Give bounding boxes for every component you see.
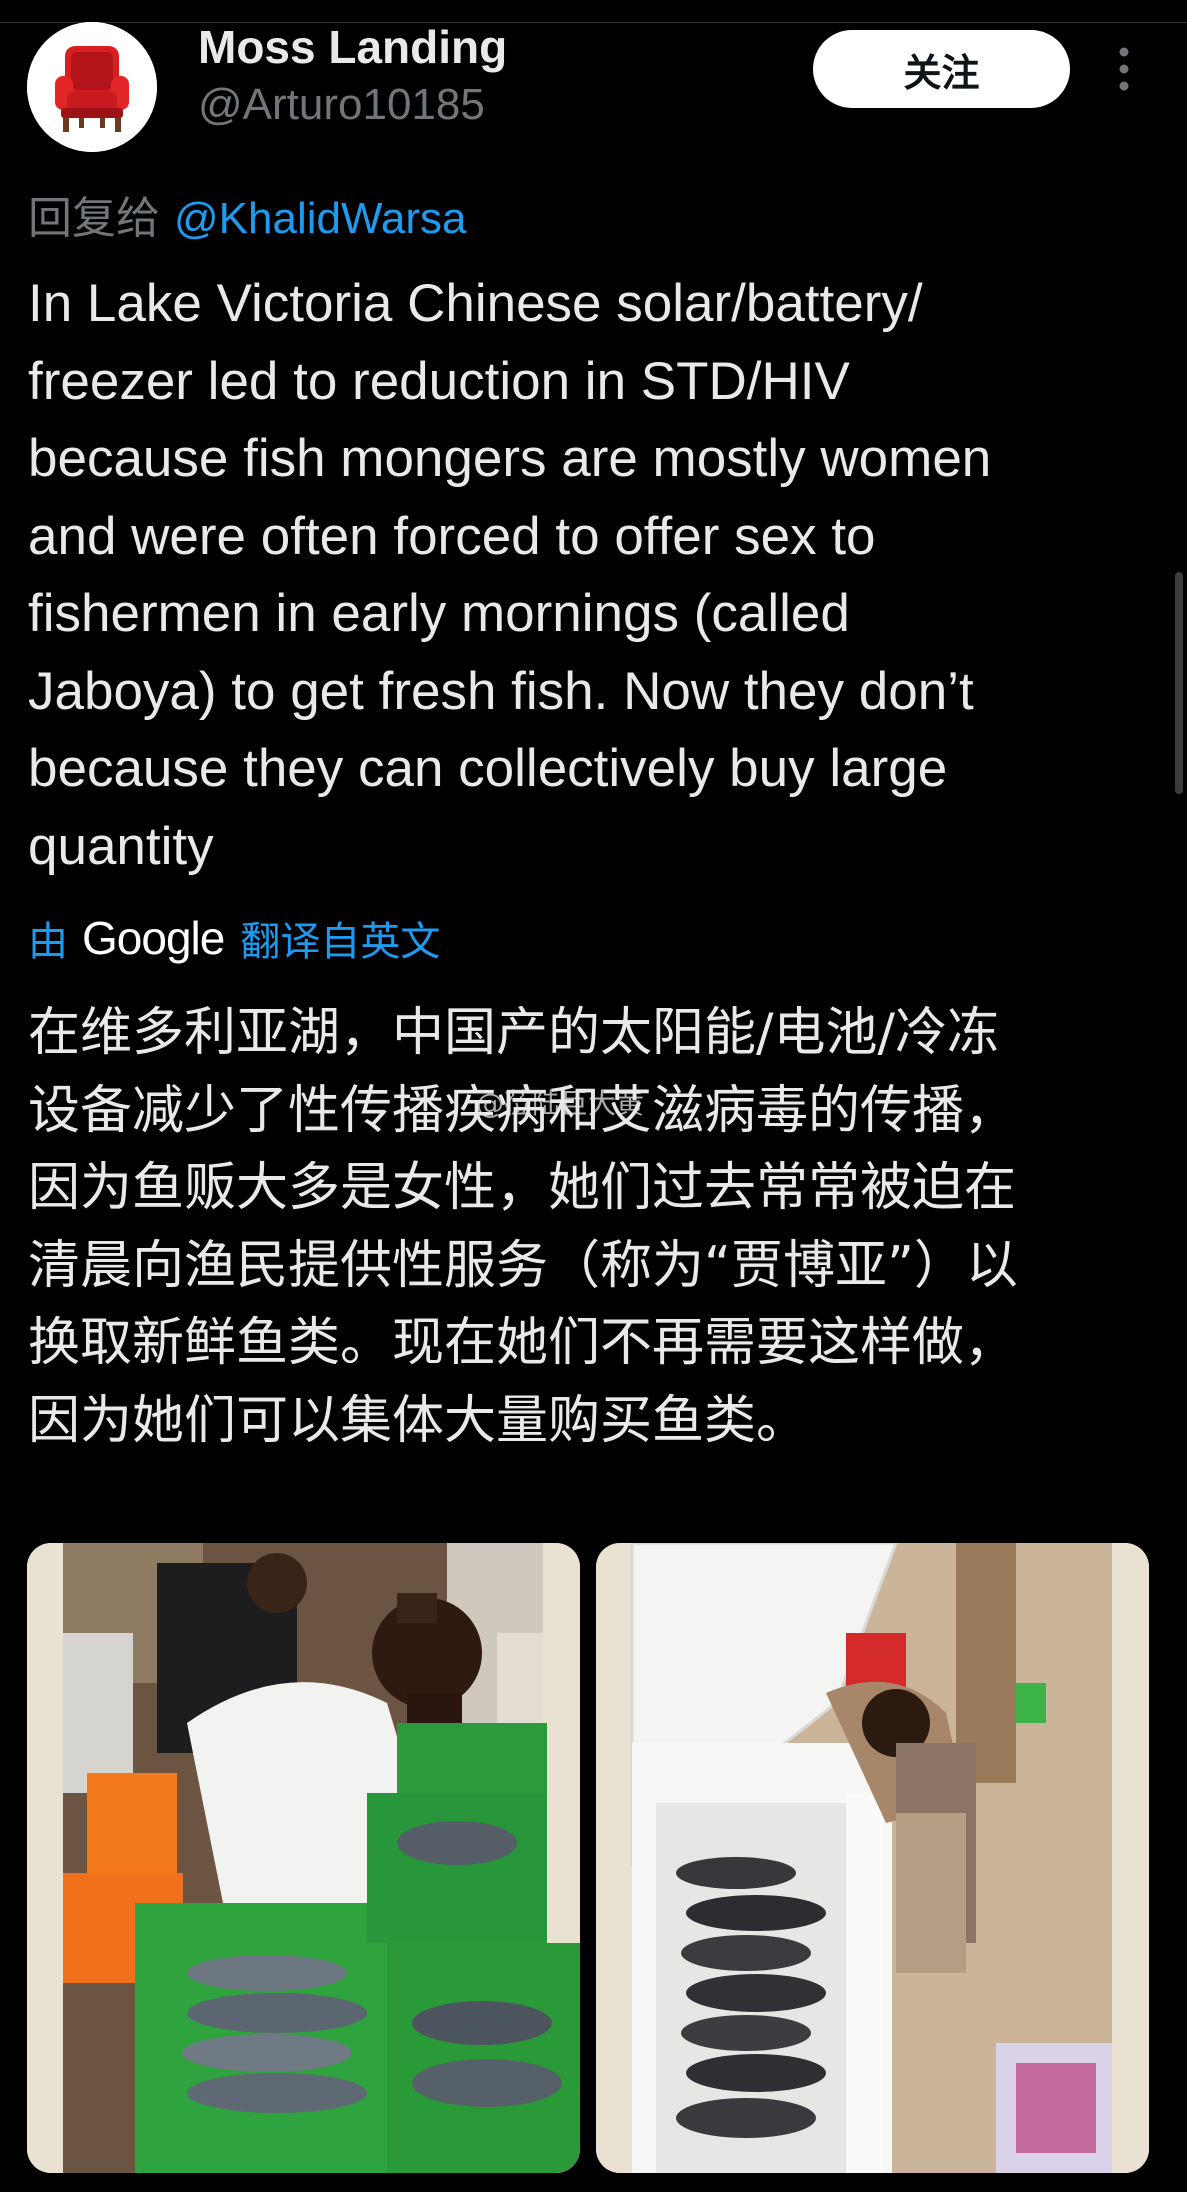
weibo-watermark: @莅陆巨大黄 — [476, 1087, 645, 1120]
reply-prefix-label: 回复给 — [28, 193, 160, 244]
translation-line: 在维多利亚湖，中国产的太阳能/电池/冷冻 — [28, 1003, 1000, 1063]
photo-fish-crates — [27, 1543, 580, 2173]
translation-by-label: 由 — [28, 919, 68, 965]
media-photo-left[interactable] — [27, 1543, 580, 2173]
translated-from-link[interactable]: 翻译自英文 — [240, 909, 440, 967]
follow-button[interactable]: 关注 — [813, 30, 1070, 108]
translation-attribution: 由 Google 翻译自英文 — [28, 908, 440, 968]
more-vertical-icon — [1119, 47, 1129, 91]
translation-line: 清晨向渔民提供性服务（称为“贾博亚”）以 — [28, 1235, 1018, 1296]
google-logo: Google — [82, 912, 225, 964]
author-avatar[interactable] — [27, 22, 157, 152]
tweet-line: because they can collectively buy large — [28, 739, 948, 798]
more-options-button[interactable] — [1106, 44, 1142, 94]
red-armchair-icon — [27, 22, 157, 152]
top-divider — [0, 0, 1187, 23]
tweet-line: and were often forced to offer sex to — [28, 506, 876, 566]
tweet-line: quantity — [28, 816, 214, 876]
tweet-line: because fish mongers are mostly women — [28, 429, 992, 488]
photo-chest-freezer — [596, 1543, 1149, 2173]
translated-text: 在维多利亚湖，中国产的太阳能/电池/冷冻 设备减少了性传播疾病和艾滋病毒的传播，… — [28, 995, 1178, 1460]
tweet-line: fishermen in early mornings (called — [28, 584, 850, 643]
tweet-line: freezer led to reduction in STD/HIV — [28, 351, 850, 411]
scrollbar[interactable] — [1175, 572, 1183, 794]
tweet-text: In Lake Victoria Chinese solar/battery/ … — [28, 265, 1168, 885]
media-photo-right[interactable] — [596, 1543, 1149, 2173]
translation-line: 因为她们可以集体大量购买鱼类。 — [28, 1390, 809, 1451]
reply-mention-link[interactable]: @KhalidWarsa — [174, 194, 466, 243]
reply-context: 回复给 @KhalidWarsa — [28, 182, 466, 246]
translation-line: 换取新鲜鱼类。现在她们不再需要这样做， — [28, 1313, 1017, 1373]
author-display-name[interactable]: Moss Landing — [198, 20, 507, 74]
translation-line: 因为鱼贩大多是女性，她们过去常常被迫在 — [28, 1158, 1017, 1218]
tweet-line: Jaboya) to get fresh fish. Now they don’… — [28, 661, 974, 721]
author-handle[interactable]: @Arturo10185 — [198, 80, 485, 130]
tweet-line: In Lake Victoria Chinese solar/battery/ — [28, 274, 923, 333]
